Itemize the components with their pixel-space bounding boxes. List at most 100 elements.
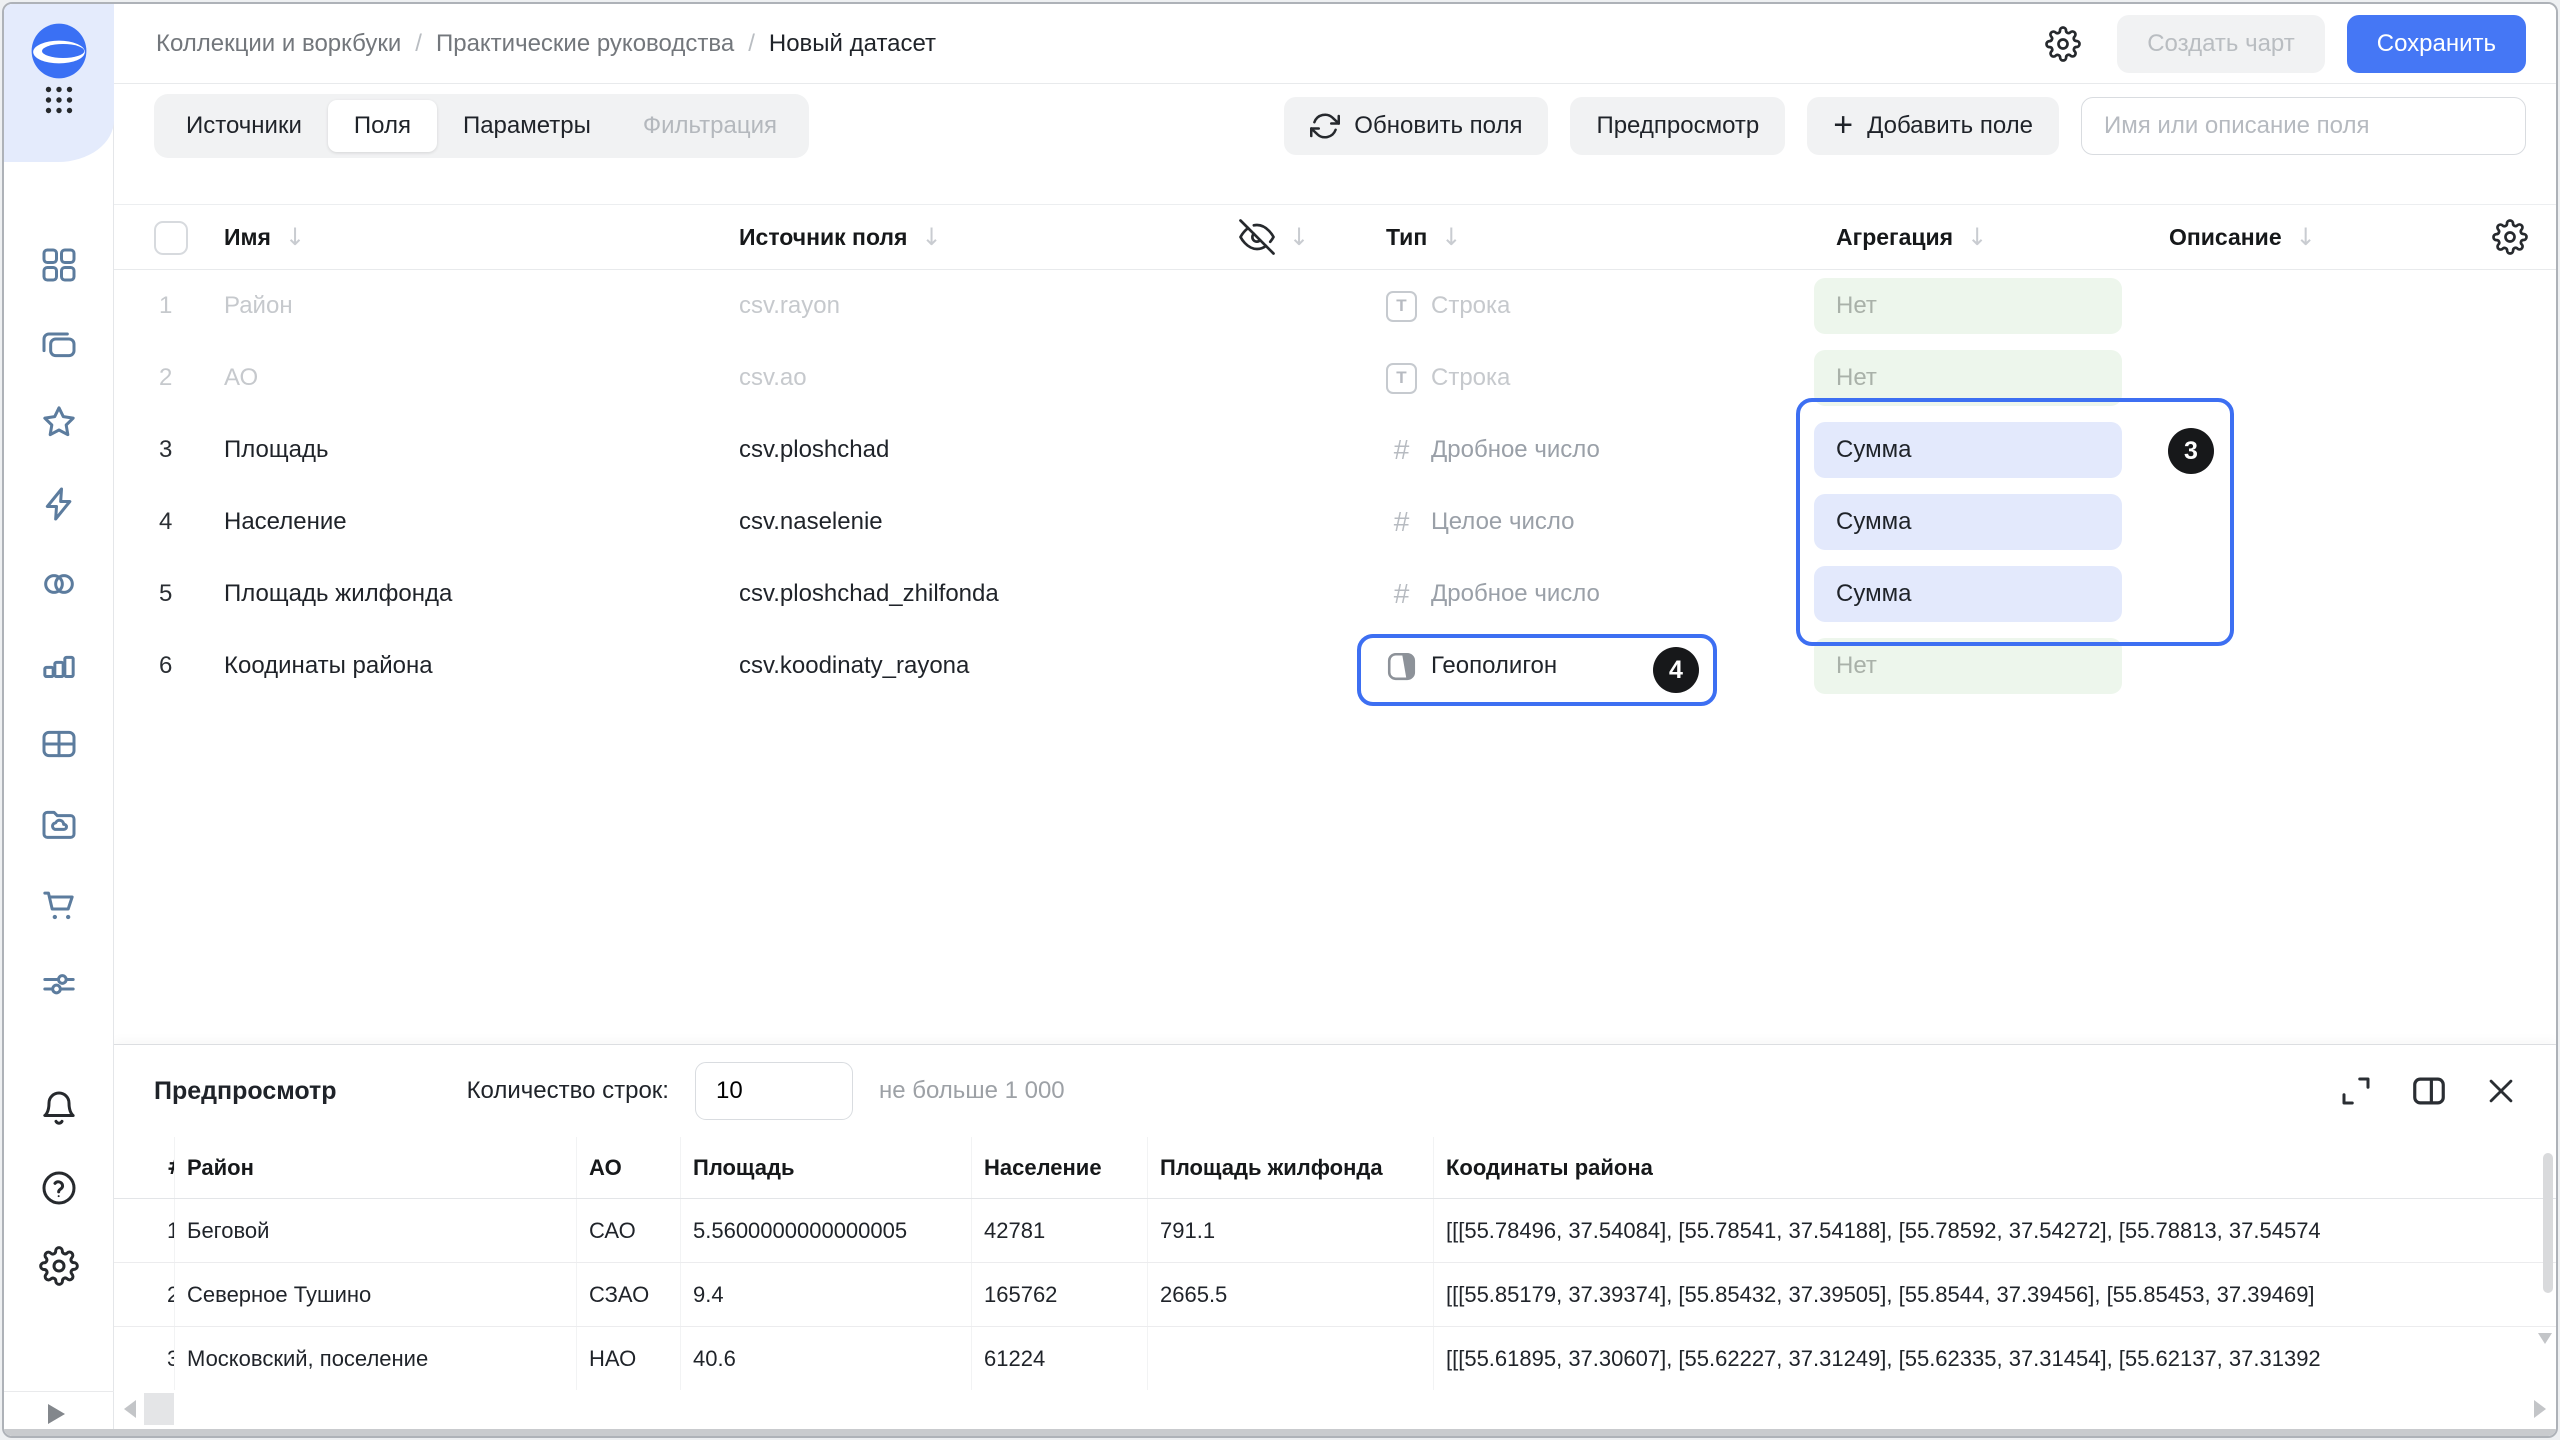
field-row[interactable]: 3 Площадь csv.ploshchad # Дробное число … bbox=[114, 414, 2556, 486]
sliders-icon[interactable] bbox=[4, 964, 114, 1004]
aggregation-select[interactable]: Нет bbox=[1814, 350, 2122, 406]
close-icon[interactable] bbox=[2484, 1074, 2518, 1108]
sort-arrow-icon[interactable]: ↓ bbox=[285, 223, 305, 251]
scroll-right-arrow-icon[interactable] bbox=[2534, 1400, 2546, 1418]
folder-cloud-icon[interactable] bbox=[4, 804, 114, 844]
sort-arrow-icon[interactable]: ↓ bbox=[1967, 223, 1987, 251]
apps-grid-icon[interactable] bbox=[41, 82, 77, 118]
field-type-select[interactable]: # Дробное число bbox=[1386, 434, 1814, 466]
field-row[interactable]: 2 АО csv.ao T Строка Нет bbox=[114, 342, 2556, 414]
breadcrumb-item[interactable]: Коллекции и воркбуки bbox=[156, 30, 401, 58]
field-source[interactable]: csv.rayon bbox=[739, 292, 1386, 320]
layers-icon[interactable] bbox=[4, 324, 114, 364]
field-row[interactable]: 6 Коодинаты района csv.koodinaty_rayona … bbox=[114, 630, 2556, 702]
aggregation-select[interactable]: Нет bbox=[1814, 638, 2122, 694]
save-button[interactable]: Сохранить bbox=[2347, 15, 2526, 73]
scroll-left-arrow-icon[interactable] bbox=[124, 1400, 136, 1418]
field-name[interactable]: Район bbox=[224, 292, 739, 320]
add-field-button[interactable]: + Добавить поле bbox=[1807, 97, 2059, 155]
expand-icon[interactable] bbox=[2338, 1073, 2374, 1109]
tab-fields[interactable]: Поля bbox=[328, 100, 437, 152]
eye-off-icon[interactable] bbox=[1239, 219, 1275, 255]
vertical-scrollbar-thumb[interactable] bbox=[2543, 1153, 2553, 1293]
field-type-select[interactable]: T Строка bbox=[1386, 363, 1814, 394]
preview-col-header: Площадь жилфонда bbox=[1148, 1137, 1434, 1198]
breadcrumb-separator: / bbox=[415, 30, 422, 58]
column-header-description[interactable]: Описание bbox=[2169, 224, 2282, 250]
sort-arrow-icon[interactable]: ↓ bbox=[1289, 223, 1309, 251]
field-row[interactable]: 5 Площадь жилфонда csv.ploshchad_zhilfon… bbox=[114, 558, 2556, 630]
refresh-icon bbox=[1310, 111, 1340, 141]
tab-parameters[interactable]: Параметры bbox=[437, 100, 617, 152]
horizontal-scrollbar-thumb[interactable] bbox=[144, 1393, 174, 1425]
field-source[interactable]: csv.koodinaty_rayona bbox=[739, 652, 1386, 680]
table-icon[interactable] bbox=[4, 724, 114, 764]
field-name[interactable]: Площадь bbox=[224, 436, 739, 464]
sort-arrow-icon[interactable]: ↓ bbox=[2296, 223, 2316, 251]
field-type-select[interactable]: T Строка bbox=[1386, 291, 1814, 322]
select-all-checkbox[interactable] bbox=[154, 221, 188, 255]
field-type-label: Целое число bbox=[1431, 508, 1574, 536]
preview-panel: Предпросмотр Количество строк: не больше… bbox=[114, 1044, 2556, 1436]
field-row[interactable]: 4 Население csv.naselenie # Целое число … bbox=[114, 486, 2556, 558]
preview-toggle-button[interactable]: Предпросмотр bbox=[1570, 97, 1785, 155]
datalens-logo[interactable] bbox=[28, 20, 90, 82]
field-type-label: Строка bbox=[1431, 292, 1510, 320]
fields-rows: 1 Район csv.rayon T Строка Нет 2 АО csv.… bbox=[114, 270, 2556, 702]
field-source[interactable]: csv.ploshchad bbox=[739, 436, 1386, 464]
sort-arrow-icon[interactable]: ↓ bbox=[921, 223, 941, 251]
star-icon[interactable] bbox=[4, 402, 114, 442]
fields-table-header: Имя ↓ Источник поля ↓ Тип ↓ Агрегация ↓ Опис… bbox=[114, 204, 2556, 270]
preview-cell: САО bbox=[577, 1199, 681, 1262]
refresh-fields-label: Обновить поля bbox=[1354, 112, 1522, 140]
field-name[interactable]: Площадь жилфонда bbox=[224, 580, 739, 608]
field-type-select[interactable]: Геополигон bbox=[1386, 651, 1814, 682]
scroll-down-arrow-icon[interactable] bbox=[2538, 1333, 2552, 1344]
preview-cell: 791.1 bbox=[1148, 1199, 1434, 1262]
column-header-type[interactable]: Тип bbox=[1386, 224, 1427, 250]
aggregation-select[interactable]: Сумма bbox=[1814, 422, 2122, 478]
sort-arrow-icon[interactable]: ↓ bbox=[1441, 223, 1461, 251]
field-row-number: 6 bbox=[114, 652, 224, 680]
preview-row: 1 Беговой САО 5.5600000000000005 42781 7… bbox=[114, 1199, 2556, 1263]
circles-icon[interactable] bbox=[4, 564, 114, 604]
field-type-select[interactable]: # Целое число bbox=[1386, 506, 1814, 538]
play-icon[interactable] bbox=[48, 1404, 65, 1424]
column-header-aggregation[interactable]: Агрегация bbox=[1814, 224, 1953, 250]
fields-table: Имя ↓ Источник поля ↓ Тип ↓ Агрегация ↓ Опис… bbox=[114, 168, 2556, 1044]
help-icon[interactable] bbox=[4, 1168, 114, 1208]
field-source[interactable]: csv.ploshchad_zhilfonda bbox=[739, 580, 1386, 608]
aggregation-select[interactable]: Сумма bbox=[1814, 566, 2122, 622]
table-settings-gear-button[interactable] bbox=[2492, 219, 2528, 255]
row-count-hint: не больше 1 000 bbox=[879, 1077, 1065, 1105]
aggregation-select[interactable]: Нет bbox=[1814, 278, 2122, 334]
field-type-select[interactable]: # Дробное число bbox=[1386, 578, 1814, 610]
row-count-input[interactable] bbox=[695, 1062, 853, 1120]
preview-cell: Северное Тушино bbox=[175, 1263, 577, 1326]
gear-icon[interactable] bbox=[4, 1246, 114, 1286]
field-name[interactable]: Коодинаты района bbox=[224, 652, 739, 680]
field-source[interactable]: csv.ao bbox=[739, 364, 1386, 392]
field-row[interactable]: 1 Район csv.rayon T Строка Нет bbox=[114, 270, 2556, 342]
bolt-icon[interactable] bbox=[4, 484, 114, 524]
tab-filtering[interactable]: Фильтрация bbox=[617, 100, 803, 152]
cart-icon[interactable] bbox=[4, 884, 114, 924]
aggregation-select[interactable]: Сумма bbox=[1814, 494, 2122, 550]
column-header-name[interactable]: Имя bbox=[224, 224, 271, 250]
preview-table: # Район АО Площадь Население Площадь жил… bbox=[114, 1137, 2556, 1391]
column-header-source[interactable]: Источник поля bbox=[739, 224, 907, 250]
field-source[interactable]: csv.naselenie bbox=[739, 508, 1386, 536]
create-chart-button[interactable]: Создать чарт bbox=[2117, 15, 2325, 73]
settings-gear-button[interactable] bbox=[2045, 26, 2081, 62]
tab-sources[interactable]: Источники bbox=[160, 100, 328, 152]
field-name[interactable]: Население bbox=[224, 508, 739, 536]
preview-title: Предпросмотр bbox=[154, 1077, 337, 1106]
bell-icon[interactable] bbox=[4, 1088, 114, 1128]
field-name[interactable]: АО bbox=[224, 364, 739, 392]
field-search-input[interactable] bbox=[2081, 97, 2526, 155]
bar-chart-icon[interactable] bbox=[4, 644, 114, 684]
split-view-icon[interactable] bbox=[2410, 1072, 2448, 1110]
squares-icon[interactable] bbox=[4, 245, 114, 285]
breadcrumb-item[interactable]: Практические руководства bbox=[436, 30, 734, 58]
refresh-fields-button[interactable]: Обновить поля bbox=[1284, 97, 1548, 155]
